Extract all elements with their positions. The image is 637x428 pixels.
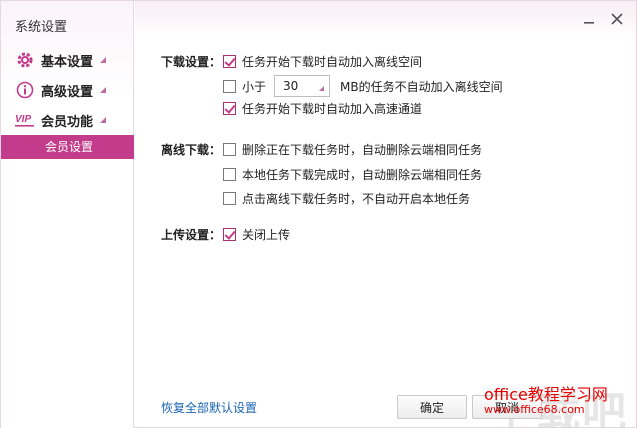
offline-option-1[interactable]: 删除正在下载任务时，自动删除云端相同任务 (223, 140, 482, 158)
disable-upload-checkbox[interactable] (223, 227, 236, 241)
upload-option-1[interactable]: 关闭上传 (223, 225, 290, 243)
gear-icon (15, 50, 35, 70)
sidebar-item-advanced[interactable]: 高级设置 (15, 79, 107, 101)
sidebar-item-basic[interactable]: 基本设置 (15, 49, 107, 71)
window-title: 系统设置 (15, 20, 68, 35)
info-icon (15, 80, 35, 100)
sidebar-item-label: 高级设置 (41, 84, 94, 100)
sidebar-item-label: 会员功能 (41, 114, 94, 130)
download-option-3[interactable]: 任务开始下载时自动加入高速通道 (223, 99, 422, 117)
sidebar: 系统设置 基本设置 高级设置 VIP 会员功能 会员设置 (1, 1, 134, 428)
watermark-site-url: www.office68.com (484, 403, 585, 416)
settings-window: 系统设置 基本设置 高级设置 VIP 会员功能 会员设置 下载设置： 任务开始下… (0, 0, 637, 428)
sidebar-item-label: 基本设置 (41, 54, 94, 70)
stepper-arrow-icon[interactable] (319, 86, 325, 91)
offline-download-label: 离线下载： (161, 143, 222, 157)
delete-cloud-on-delete-label: 删除正在下载任务时，自动删除云端相同任务 (242, 142, 483, 157)
size-limit-checkbox[interactable] (223, 79, 236, 93)
delete-cloud-on-delete-checkbox[interactable] (223, 142, 236, 156)
close-icon[interactable] (610, 12, 624, 26)
sidebar-item-member[interactable]: VIP 会员功能 (15, 109, 107, 131)
download-option-2[interactable]: 小于 30 MB的任务不自动加入离线空间 (223, 75, 503, 97)
expand-arrow-icon (100, 57, 107, 63)
ok-button[interactable]: 确定 (397, 395, 467, 419)
size-limit-stepper[interactable]: 30 (274, 75, 331, 97)
restore-defaults-link[interactable]: 恢复全部默认设置 (161, 399, 257, 416)
disable-upload-label: 关闭上传 (242, 227, 291, 242)
no-auto-local-checkbox[interactable] (223, 191, 236, 205)
watermark-site-name: office教程学习网 (484, 385, 608, 404)
expand-arrow-icon (100, 87, 107, 93)
offline-option-3[interactable]: 点击离线下载任务时，不自动开启本地任务 (223, 189, 470, 207)
download-option-1[interactable]: 任务开始下载时自动加入离线空间 (223, 52, 422, 70)
auto-offline-checkbox[interactable] (223, 54, 236, 68)
svg-text:VIP: VIP (15, 114, 31, 125)
vip-icon: VIP (15, 110, 35, 130)
download-settings-label: 下载设置： (161, 55, 222, 69)
no-auto-local-label: 点击离线下载任务时，不自动开启本地任务 (242, 191, 471, 206)
minimize-icon[interactable] (582, 12, 596, 26)
auto-offline-label: 任务开始下载时自动加入离线空间 (242, 54, 423, 69)
size-limit-prefix: 小于 (242, 79, 267, 94)
auto-highspeed-label: 任务开始下载时自动加入高速通道 (242, 101, 423, 116)
size-limit-value: 30 (283, 79, 299, 93)
expand-arrow-icon (100, 117, 107, 123)
upload-settings-label: 上传设置： (161, 228, 222, 242)
delete-cloud-on-complete-label: 本地任务下载完成时，自动删除云端相同任务 (242, 167, 483, 182)
auto-highspeed-checkbox[interactable] (223, 101, 236, 115)
size-limit-suffix: MB的任务不自动加入离线空间 (340, 79, 503, 94)
sidebar-subitem-member-settings[interactable]: 会员设置 (1, 135, 134, 159)
title-bar (135, 1, 636, 41)
offline-option-2[interactable]: 本地任务下载完成时，自动删除云端相同任务 (223, 165, 482, 183)
delete-cloud-on-complete-checkbox[interactable] (223, 167, 236, 181)
